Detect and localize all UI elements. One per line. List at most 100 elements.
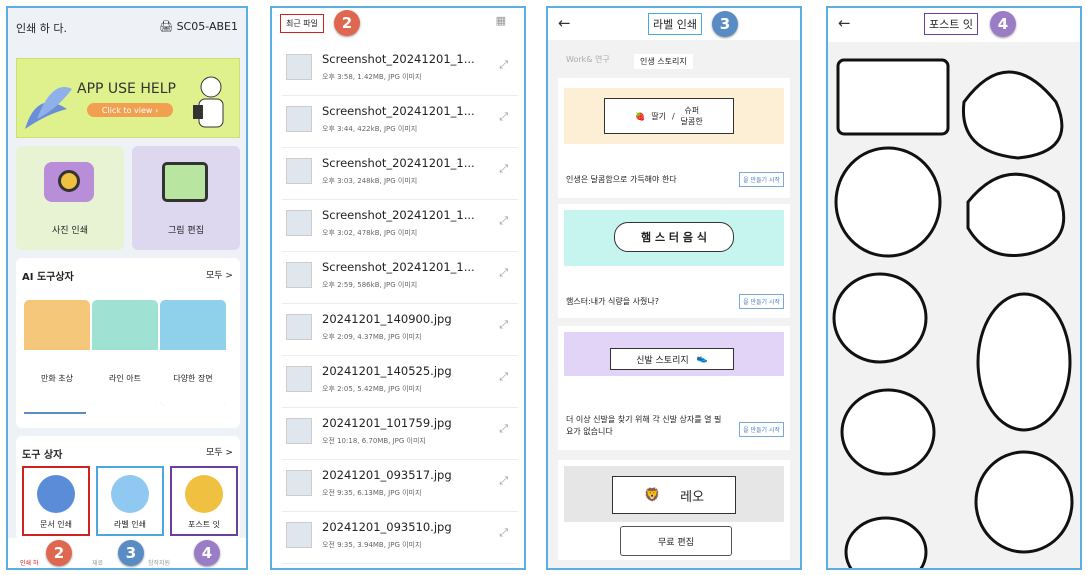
post-it-templates bbox=[832, 58, 1074, 568]
label-print-tool[interactable]: 라벨 인쇄 bbox=[96, 466, 164, 536]
device-name: SC05-ABE1 bbox=[176, 20, 238, 33]
step-badge: 4 bbox=[990, 11, 1016, 37]
tab-work-research[interactable]: Work& 연구 bbox=[566, 54, 610, 65]
file-row[interactable]: 20241201_101759.jpg 오전 10:18, 6.70MB, JPG… bbox=[282, 408, 518, 460]
toolbox-more-link[interactable]: 모두 > bbox=[206, 445, 233, 458]
start-making-button[interactable]: 을 만들기 시작 bbox=[739, 422, 784, 437]
step-badge: 3 bbox=[712, 11, 738, 37]
expand-icon[interactable]: ⤢ bbox=[499, 318, 508, 332]
ai-item-label: 다양한 장면 bbox=[160, 350, 226, 406]
file-row[interactable]: Screenshot_20241201_1... 오후 3:44, 422kB, … bbox=[282, 96, 518, 148]
picture-edit-card[interactable]: 그림 편집 bbox=[132, 146, 240, 250]
template-owl bbox=[974, 450, 1074, 554]
file-thumbnail bbox=[286, 366, 312, 392]
banner-button[interactable]: Click to view › bbox=[87, 103, 173, 117]
label-card[interactable]: 신발 스토리지 👟 더 이상 신발을 찾기 위해 각 신발 상자를 열 필요가 없… bbox=[558, 326, 790, 450]
ai-toolbox-title: AI 도구상자 bbox=[22, 272, 74, 283]
note-icon bbox=[185, 475, 223, 513]
recent-files-tab[interactable]: 최근 파일 bbox=[280, 14, 324, 33]
ai-item-scenes[interactable]: 다양한 장면 bbox=[160, 300, 226, 406]
expand-icon[interactable]: ⤢ bbox=[499, 214, 508, 228]
step-badge: 2 bbox=[334, 10, 360, 36]
label-card[interactable]: 🍓 딸기 / 슈퍼 달콤한 인생은 달콤함으로 가득해야 한다 을 만들기 시작 bbox=[558, 78, 790, 198]
file-row[interactable]: 20241201_140525.jpg 오후 2:05, 5.42MB, JPG … bbox=[282, 356, 518, 408]
file-meta: 오전 9:35, 6.13MB, JPG 이미지 bbox=[322, 489, 422, 497]
file-row[interactable]: 20241201_093510.jpg 오전 9:35, 3.94MB, JPG … bbox=[282, 512, 518, 564]
expand-icon[interactable]: ⤢ bbox=[499, 110, 508, 124]
file-row[interactable]: Screenshot_20241201_1... 오후 3:58, 1.42MB,… bbox=[282, 44, 518, 96]
ai-item-line-art[interactable]: 라인 아트 bbox=[92, 300, 158, 406]
expand-icon[interactable]: ⤢ bbox=[499, 370, 508, 384]
back-arrow-icon[interactable]: ← bbox=[838, 14, 851, 32]
file-name: 20241201_140900.jpg bbox=[322, 312, 452, 326]
file-meta: 오후 2:59, 586kB, JPG 이미지 bbox=[322, 281, 418, 289]
file-name: Screenshot_20241201_1... bbox=[322, 260, 475, 274]
nav-materials[interactable]: 재료 bbox=[92, 558, 103, 567]
label-preview: 🍓 딸기 / 슈퍼 달콤한 bbox=[604, 98, 734, 134]
nav-creative[interactable]: 창작지원 bbox=[148, 558, 170, 567]
start-making-button[interactable]: 을 만들기 시작 bbox=[739, 294, 784, 309]
expand-icon[interactable]: ⤢ bbox=[499, 422, 508, 436]
recent-files-panel: 최근 파일 2 ▦ Screenshot_20241201_1... 오후 3:5… bbox=[270, 6, 526, 570]
file-thumbnail bbox=[286, 210, 312, 236]
home-screen-panel: 인쇄 하 다. 🖨 SC05-ABE1 APP USE HELP Click t… bbox=[6, 6, 248, 570]
template-cat-wink bbox=[840, 388, 936, 476]
tool-label: 라벨 인쇄 bbox=[114, 520, 146, 529]
file-row[interactable]: Screenshot_20241201_1... 오후 2:59, 586kB, … bbox=[282, 252, 518, 304]
file-thumbnail bbox=[286, 106, 312, 132]
ai-item-label: 만화 초상 bbox=[24, 350, 90, 406]
file-thumbnail bbox=[286, 314, 312, 340]
image-icon bbox=[162, 162, 208, 202]
file-meta: 오후 3:44, 422kB, JPG 이미지 bbox=[322, 125, 418, 133]
label-text: 슈퍼 달콤한 bbox=[681, 105, 703, 127]
free-edit-button[interactable]: 무료 편집 bbox=[620, 526, 732, 556]
step-badge-3: 3 bbox=[118, 540, 144, 566]
label-card[interactable]: 햄 스 터 음 식 햄스터:내가 식량을 사줬나? 을 만들기 시작 bbox=[558, 204, 790, 318]
file-name: 20241201_101759.jpg bbox=[322, 416, 452, 430]
camera-icon bbox=[44, 162, 94, 202]
file-row[interactable]: Screenshot_20241201_1... 오후 3:02, 478kB, … bbox=[282, 200, 518, 252]
expand-icon[interactable]: ⤢ bbox=[499, 526, 508, 540]
file-row[interactable]: Screenshot_20241201_1... 오후 3:03, 248kB, … bbox=[282, 148, 518, 200]
help-banner[interactable]: APP USE HELP Click to view › bbox=[16, 58, 240, 138]
post-it-tool[interactable]: 포스트 잇 bbox=[170, 466, 238, 536]
expand-icon[interactable]: ⤢ bbox=[499, 474, 508, 488]
photo-print-card[interactable]: 사진 인쇄 bbox=[16, 146, 124, 250]
expand-icon[interactable]: ⤢ bbox=[499, 58, 508, 72]
file-name: 20241201_140525.jpg bbox=[322, 364, 452, 378]
file-thumbnail bbox=[286, 262, 312, 288]
device-selector[interactable]: 🖨 SC05-ABE1 bbox=[159, 20, 238, 36]
home-header: 인쇄 하 다. 🖨 SC05-ABE1 bbox=[16, 20, 238, 36]
step-badge-4: 4 bbox=[194, 540, 220, 566]
grid-view-icon[interactable]: ▦ bbox=[496, 14, 506, 27]
ai-toolbox-more-link[interactable]: 모두 > bbox=[206, 268, 233, 281]
start-making-button[interactable]: 을 만들기 시작 bbox=[739, 172, 784, 187]
expand-icon[interactable]: ⤢ bbox=[499, 162, 508, 176]
picture-edit-label: 그림 편집 bbox=[168, 226, 204, 236]
template-cat-frame bbox=[836, 58, 950, 136]
label-text: 신발 스토리지 bbox=[636, 355, 689, 366]
ai-item-cartoon[interactable]: 만화 초상 bbox=[24, 300, 90, 406]
step-badge-2: 2 bbox=[46, 540, 72, 566]
label-preview: 신발 스토리지 👟 bbox=[610, 348, 734, 370]
tab-life-storage[interactable]: 인생 스토리지 bbox=[634, 54, 693, 69]
file-meta: 오전 9:35, 3.94MB, JPG 이미지 bbox=[322, 541, 422, 549]
back-arrow-icon[interactable]: ← bbox=[558, 14, 571, 32]
nav-print[interactable]: 인쇄 하 bbox=[20, 558, 38, 567]
document-print-tool[interactable]: 문서 인쇄 bbox=[22, 466, 90, 536]
file-meta: 오후 3:58, 1.42MB, JPG 이미지 bbox=[322, 73, 422, 81]
file-meta: 오후 3:03, 248kB, JPG 이미지 bbox=[322, 177, 418, 185]
label-print-panel: ← 라벨 인쇄 3 Work& 연구 인생 스토리지 🍓 딸기 / 슈퍼 달콤한 … bbox=[546, 6, 802, 570]
expand-icon[interactable]: ⤢ bbox=[499, 266, 508, 280]
file-thumbnail bbox=[286, 158, 312, 184]
file-row[interactable]: 20241201_093517.jpg 오전 9:35, 6.13MB, JPG … bbox=[282, 460, 518, 512]
file-meta: 오전 10:18, 6.70MB, JPG 이미지 bbox=[322, 437, 426, 445]
file-thumbnail bbox=[286, 522, 312, 548]
toolbox-title: 도구 상자 bbox=[22, 450, 63, 461]
label-text: 레오 bbox=[680, 489, 705, 505]
ai-item-label: 라인 아트 bbox=[92, 350, 158, 406]
label-text-top: 슈퍼 bbox=[684, 106, 700, 115]
file-thumbnail bbox=[286, 54, 312, 80]
file-row[interactable]: 20241201_140900.jpg 오후 2:09, 4.37MB, JPG … bbox=[282, 304, 518, 356]
file-thumbnail bbox=[286, 418, 312, 444]
